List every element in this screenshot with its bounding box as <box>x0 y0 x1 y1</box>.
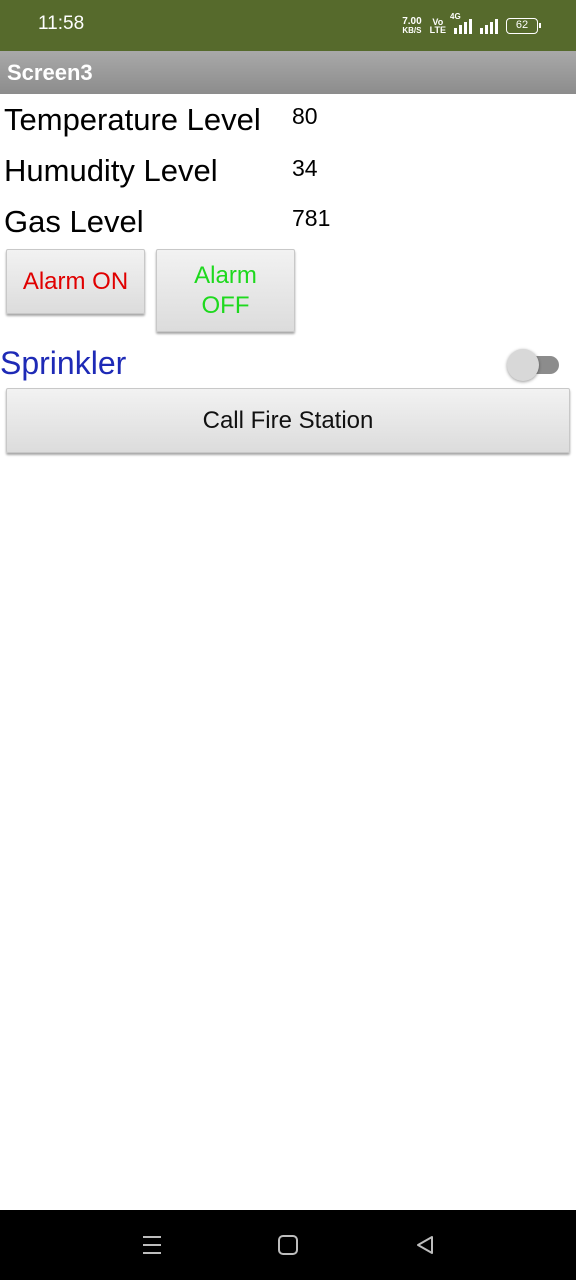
signal-bar <box>454 28 457 34</box>
signal-bar <box>469 19 472 34</box>
signal-bar <box>490 22 493 34</box>
alarm-off-label: Alarm OFF <box>194 261 257 321</box>
humidity-value: 34 <box>292 155 318 181</box>
alarm-on-button[interactable]: Alarm ON <box>6 249 145 314</box>
alarm-off-label-line2: OFF <box>201 291 250 319</box>
signal-bar <box>495 19 498 34</box>
signal-icon <box>480 18 498 34</box>
temperature-label: Temperature Level <box>4 102 261 137</box>
back-icon[interactable] <box>412 1232 438 1258</box>
sprinkler-toggle[interactable] <box>507 348 559 382</box>
gas-value: 781 <box>292 205 331 231</box>
volte-bottom: LTE <box>429 25 446 35</box>
system-nav-bar <box>0 1210 576 1280</box>
call-fire-station-label: Call Fire Station <box>202 406 374 434</box>
network-speed-indicator: 7.00 KB/S <box>402 16 422 36</box>
signal-bar <box>459 25 462 34</box>
app-title-bar: Screen3 <box>0 51 576 94</box>
signal-4g-icon: 4G <box>450 12 472 34</box>
network-speed-unit: KB/S <box>402 26 422 35</box>
status-icons: 7.00 KB/S Vo LTE 4G 62 <box>402 12 541 39</box>
signal-bar <box>485 25 488 34</box>
status-time: 11:58 <box>38 13 85 34</box>
alarm-on-label: Alarm ON <box>22 267 129 295</box>
call-fire-station-button[interactable]: Call Fire Station <box>6 388 570 453</box>
sprinkler-label: Sprinkler <box>0 345 127 381</box>
menu-icon[interactable] <box>139 1232 165 1258</box>
alarm-off-button[interactable]: Alarm OFF <box>156 249 295 332</box>
temperature-value: 80 <box>292 103 318 129</box>
status-bar: 11:58 7.00 KB/S Vo LTE 4G 62 <box>0 0 576 51</box>
battery-level: 62 <box>515 19 529 31</box>
gas-label: Gas Level <box>4 204 144 239</box>
toggle-thumb <box>507 349 539 381</box>
network-type-label: 4G <box>450 12 461 21</box>
humidity-label: Humudity Level <box>4 153 218 188</box>
signal-bar <box>480 28 483 34</box>
home-icon[interactable] <box>275 1232 301 1258</box>
battery-icon: 62 <box>506 18 541 34</box>
network-speed-value: 7.00 <box>402 16 422 27</box>
volte-icon: Vo LTE <box>429 18 446 35</box>
signal-bar <box>464 22 467 34</box>
page-title: Screen3 <box>7 60 93 85</box>
alarm-off-label-line1: Alarm <box>194 261 257 289</box>
